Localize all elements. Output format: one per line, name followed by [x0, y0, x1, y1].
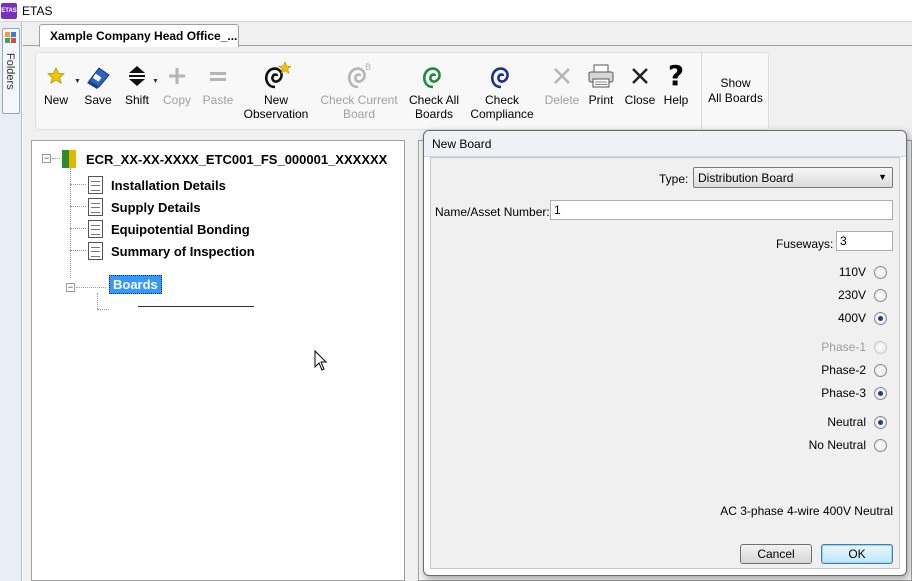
root-collapse-icon[interactable]: − — [42, 154, 51, 163]
new-board-edit-line — [138, 306, 254, 307]
svg-text:B: B — [365, 63, 371, 73]
help-button[interactable]: ? Help — [660, 59, 692, 108]
tree-item-equipotential-bonding[interactable]: Equipotential Bonding — [88, 219, 250, 239]
save-button[interactable]: Save — [82, 61, 114, 107]
document-icon — [88, 242, 103, 260]
toolbar: New ▼ Save Shift ▼ Copy Paste New Observ… — [35, 52, 769, 130]
tree-panel: − ECR_XX-XX-XXXX_ETC001_FS_000001_XXXXXX… — [31, 140, 405, 581]
delete-icon — [554, 68, 570, 84]
tree-item-installation-details[interactable]: Installation Details — [88, 175, 226, 195]
document-tabstrip: Xample Company Head Office_... — [23, 22, 912, 47]
name-asset-input[interactable]: 1 — [550, 200, 893, 220]
document-icon — [88, 198, 103, 216]
save-icon — [87, 67, 110, 89]
title-bar: ETAS ETAS — [0, 0, 912, 22]
radio-230v-button[interactable] — [874, 288, 887, 302]
app-icon: ETAS — [1, 2, 17, 19]
ok-button[interactable]: OK — [821, 544, 893, 564]
radio-neutral-button[interactable] — [874, 415, 887, 429]
mouse-cursor-icon — [314, 350, 328, 371]
document-icon — [88, 220, 103, 238]
dialog-body: Type: Distribution Board ▼ Name/Asset Nu… — [430, 157, 900, 569]
new-board-dialog: New Board Type: Distribution Board ▼ Nam… — [423, 130, 907, 576]
root-flag-icon — [62, 150, 76, 168]
radio-110v[interactable]: 110V — [839, 265, 887, 279]
new-button[interactable]: New ▼ — [40, 61, 81, 107]
tree-item-summary-of-inspection[interactable]: Summary of Inspection — [88, 241, 255, 261]
close-icon — [632, 68, 648, 84]
radio-phase-2-button[interactable] — [874, 363, 887, 377]
new-observation-button[interactable]: New Observation — [240, 61, 312, 121]
check-all-boards-icon — [422, 67, 441, 89]
delete-button[interactable]: Delete — [542, 61, 582, 107]
folders-icon — [5, 32, 16, 43]
dialog-title: New Board — [424, 131, 906, 157]
folders-label: Folders — [4, 53, 16, 90]
radio-phase-1-button[interactable] — [874, 340, 887, 354]
new-dropdown-icon[interactable]: ▼ — [74, 75, 81, 89]
radio-no-neutral[interactable]: No Neutral — [809, 438, 887, 452]
radio-neutral[interactable]: Neutral — [827, 415, 887, 429]
shift-button[interactable]: Shift ▼ — [120, 61, 159, 107]
radio-400v[interactable]: 400V — [838, 311, 887, 325]
folders-tab[interactable]: Folders — [2, 28, 20, 114]
fuseways-input[interactable]: 3 — [836, 231, 893, 251]
shift-dropdown-icon[interactable]: ▼ — [152, 75, 159, 89]
tree-item-boards[interactable]: Boards — [109, 274, 162, 294]
document-icon — [88, 176, 103, 194]
radio-110v-button[interactable] — [874, 265, 887, 279]
show-all-boards-button[interactable]: Show All Boards — [701, 52, 769, 130]
fuseways-label: Fuseways: — [776, 237, 834, 251]
radio-no-neutral-button[interactable] — [874, 438, 887, 452]
radio-400v-button[interactable] — [874, 311, 887, 325]
check-current-board-icon: B — [347, 63, 371, 89]
check-compliance-icon — [490, 67, 509, 89]
radio-phase-1[interactable]: Phase-1 — [821, 340, 887, 354]
check-current-board-button[interactable]: B Check Current Board — [318, 61, 400, 121]
equals-icon — [210, 72, 226, 81]
radio-230v[interactable]: 230V — [838, 288, 887, 302]
paste-button[interactable]: Paste — [198, 61, 238, 107]
app-title: ETAS — [22, 3, 53, 18]
chevron-down-icon: ▼ — [878, 172, 887, 182]
radio-phase-2[interactable]: Phase-2 — [821, 363, 887, 377]
type-select[interactable]: Distribution Board ▼ — [693, 167, 893, 188]
help-icon: ? — [667, 59, 685, 92]
check-all-boards-button[interactable]: Check All Boards — [406, 61, 462, 121]
document-tab[interactable]: Xample Company Head Office_... — [39, 24, 239, 47]
print-button[interactable]: Print — [584, 61, 618, 107]
boards-collapse-icon[interactable]: − — [66, 283, 75, 292]
printer-icon — [588, 64, 614, 88]
tree-item-supply-details[interactable]: Supply Details — [88, 197, 201, 217]
new-observation-icon — [264, 61, 291, 89]
radio-phase-3-button[interactable] — [874, 386, 887, 400]
star-icon — [47, 67, 65, 84]
close-button[interactable]: Close — [622, 61, 658, 107]
copy-button[interactable]: Copy — [160, 61, 194, 107]
plus-icon — [169, 68, 185, 84]
name-asset-label: Name/Asset Number: — [435, 205, 550, 219]
folders-pane: Folders — [0, 22, 22, 581]
tree-root[interactable]: ECR_XX-XX-XXXX_ETC001_FS_000001_XXXXXX — [62, 149, 387, 169]
check-compliance-button[interactable]: Check Compliance — [466, 61, 538, 121]
type-label: Type: — [659, 172, 689, 186]
shift-icon — [129, 66, 145, 86]
cancel-button[interactable]: Cancel — [740, 544, 812, 564]
board-summary: AC 3-phase 4-wire 400V Neutral — [720, 504, 893, 518]
radio-phase-3[interactable]: Phase-3 — [821, 386, 887, 400]
